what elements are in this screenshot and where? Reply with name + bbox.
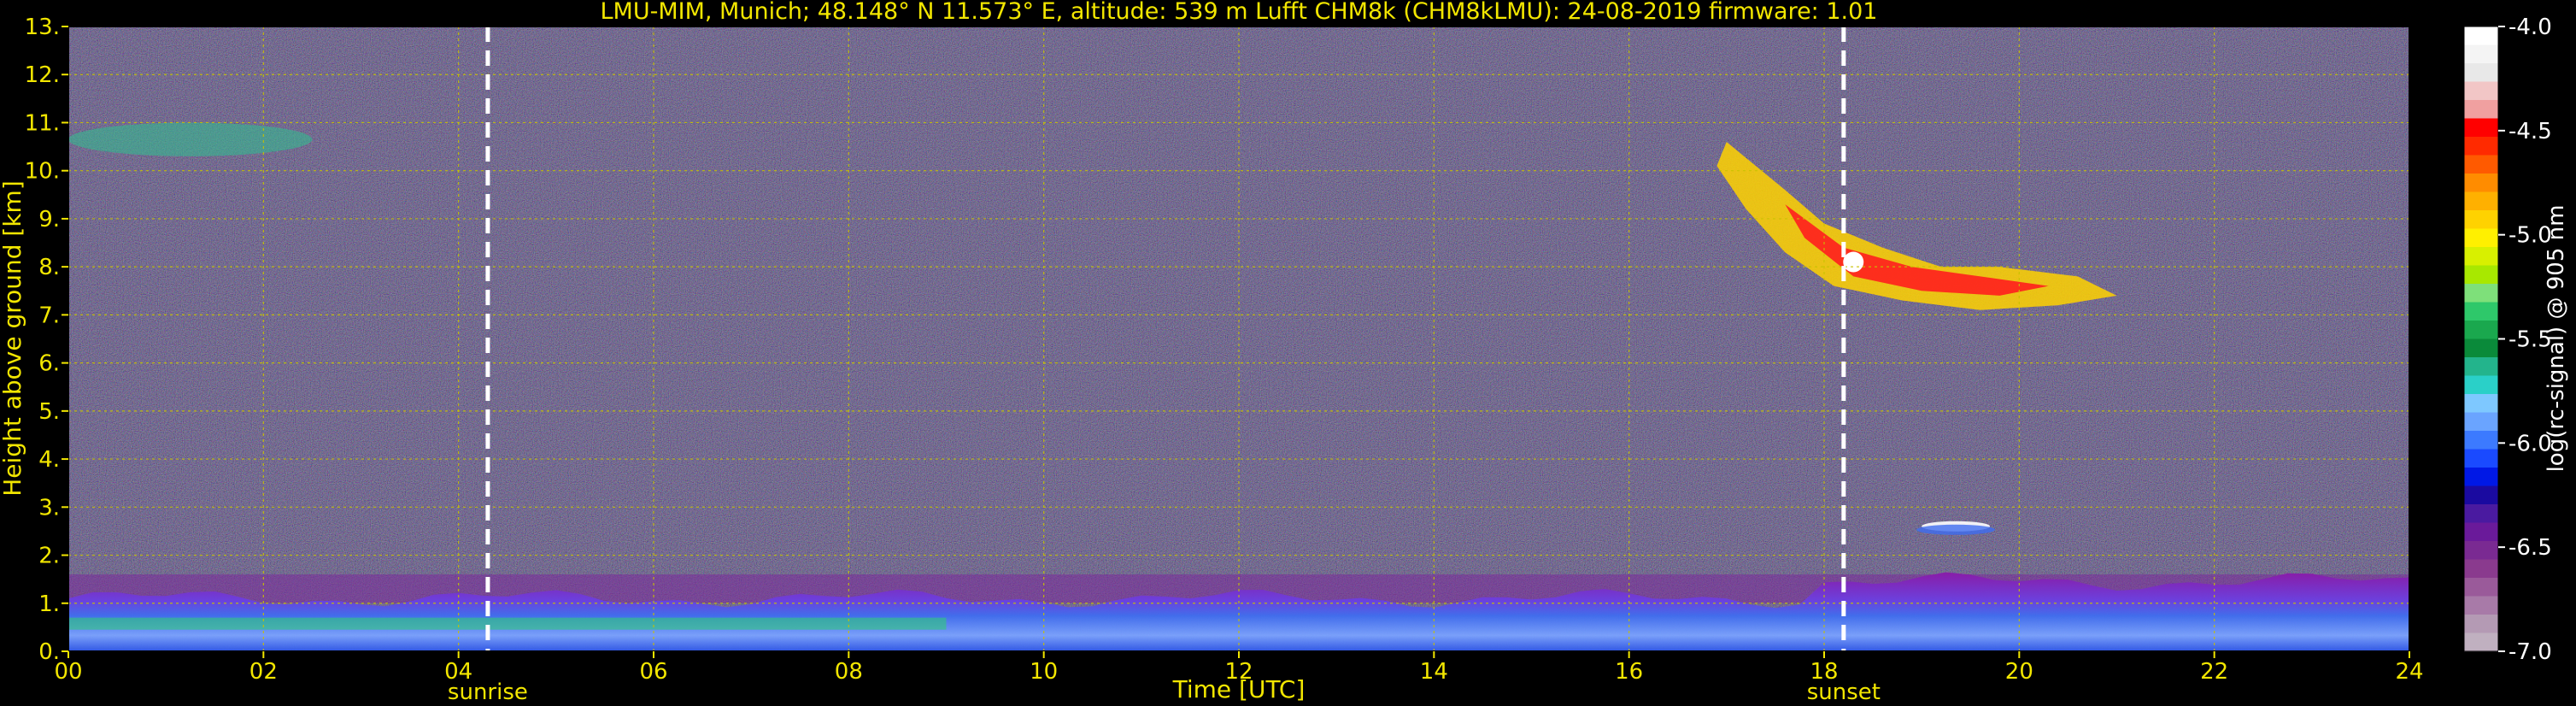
y-tick-label: 0. (38, 639, 60, 665)
colorbar-band (2464, 357, 2498, 377)
colorbar: -4.0-4.5-5.0-5.5-6.0-6.5-7.0 log(rc-sign… (2463, 15, 2569, 665)
y-axis-label: Height above ground [km] (0, 180, 26, 497)
colorbar-band (2464, 321, 2498, 340)
colorbar-band (2464, 26, 2498, 46)
colorbar-band (2464, 394, 2498, 414)
boundary-layer-green-band (68, 617, 947, 630)
x-tick-label: 14 (1420, 659, 1448, 685)
y-tick-label: 12. (25, 62, 60, 88)
colorbar-band (2464, 578, 2498, 597)
colorbar-band (2464, 541, 2498, 561)
x-tick-label: 02 (249, 659, 278, 685)
x-tick-label: 08 (835, 659, 863, 685)
y-tick-label: 4. (38, 447, 60, 473)
colorbar-band (2464, 228, 2498, 248)
y-tick-label: 13. (25, 15, 60, 40)
colorbar-band (2464, 485, 2498, 505)
colorbar-bands (2464, 26, 2498, 652)
y-tick-label: 8. (38, 255, 60, 280)
colorbar-band (2464, 632, 2498, 652)
y-tick-label: 9. (38, 207, 60, 232)
colorbar-band (2464, 302, 2498, 321)
x-tick-label: 16 (1615, 659, 1643, 685)
y-tick-label: 7. (38, 303, 60, 328)
colorbar-band (2464, 522, 2498, 542)
colorbar-band (2464, 449, 2498, 468)
colorbar-band (2464, 284, 2498, 303)
x-tick-label: 10 (1030, 659, 1058, 685)
colorbar-band (2464, 338, 2498, 358)
colorbar-label: log(rc-signal) @ 905 nm (2544, 205, 2569, 473)
colorbar-band (2464, 174, 2498, 193)
colorbar-band (2464, 504, 2498, 524)
colorbar-band (2464, 247, 2498, 267)
colorbar-tick-label: -6.5 (2509, 535, 2552, 561)
colorbar-tick-label: -4.5 (2509, 119, 2552, 144)
colorbar-band (2464, 559, 2498, 579)
colorbar-band (2464, 596, 2498, 615)
colorbar-band (2464, 44, 2498, 64)
colorbar-tick-label: -7.0 (2509, 639, 2552, 665)
y-tick-label: 6. (38, 351, 60, 377)
colorbar-band (2464, 137, 2498, 156)
plot-area (68, 26, 2409, 651)
colorbar-band (2464, 63, 2498, 83)
colorbar-band (2464, 431, 2498, 450)
x-tick-label: 22 (2200, 659, 2228, 685)
colorbar-band (2464, 81, 2498, 101)
y-tick-label: 3. (38, 495, 60, 521)
chart-svg: 00 02 04 06 08 10 12 14 16 18 20 22 240.1.2.3.4.5.6.… (0, 0, 2569, 705)
colorbar-band (2464, 412, 2498, 432)
thin-cloud-edge (1916, 524, 1996, 535)
colorbar-band (2464, 615, 2498, 634)
x-tick-label: 20 (2005, 659, 2033, 685)
colorbar-band (2464, 375, 2498, 395)
y-tick-label: 10. (25, 159, 60, 185)
chart-title: LMU-MIM, Munich; 48.148° N 11.573° E, al… (601, 0, 1878, 25)
colorbar-band (2464, 265, 2498, 285)
y-tick-label: 11. (25, 110, 60, 136)
colorbar-band (2464, 155, 2498, 174)
ceilometer-figure: 00 02 04 06 08 10 12 14 16 18 20 22 24 0. 1. 2. 3. 4. 5. 6.… (0, 0, 2576, 706)
cirrus-cloud-peak (1843, 251, 1864, 273)
colorbar-band (2464, 210, 2498, 230)
event-label-sunset: sunset (1807, 680, 1881, 705)
y-tick-label: 1. (38, 591, 60, 617)
colorbar-band (2464, 468, 2498, 487)
x-axis-label: Time [UTC] (1172, 675, 1306, 703)
colorbar-band (2464, 100, 2498, 120)
y-tick-label: 5. (38, 399, 60, 425)
aerosol-layer (68, 122, 313, 156)
colorbar-band (2464, 118, 2498, 138)
event-label-sunrise: sunrise (448, 680, 528, 705)
x-tick-label: 06 (639, 659, 667, 685)
colorbar-tick-label: -4.0 (2509, 15, 2552, 40)
x-tick-label: 24 (2395, 659, 2423, 685)
y-tick-label: 2. (38, 544, 60, 569)
colorbar-band (2464, 191, 2498, 211)
